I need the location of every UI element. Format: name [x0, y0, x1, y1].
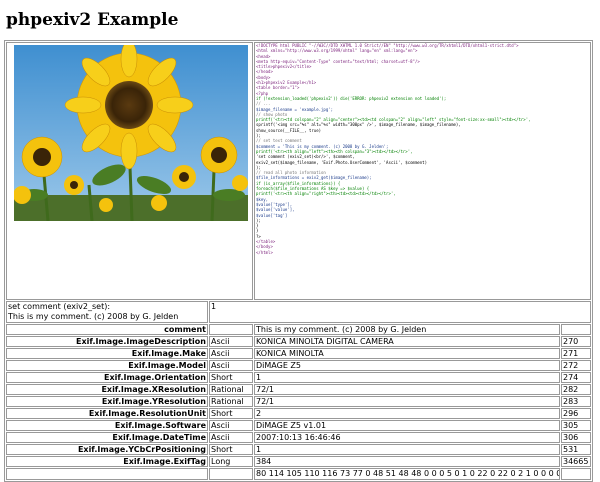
exif-value: 72/1	[254, 384, 560, 395]
sunflower-photo	[14, 45, 248, 221]
table-row: Exif.Image.YCbCrPositioning Short 1 531	[6, 444, 592, 455]
exif-type: Ascii	[209, 420, 253, 431]
set-comment-label: set comment (exiv2_set): This is my comme…	[6, 301, 208, 323]
exif-key: Exif.Image.Software	[6, 420, 208, 431]
exif-tag: 271	[561, 348, 592, 359]
exif-value: 2	[254, 408, 560, 419]
exif-type: Rational	[209, 396, 253, 407]
exif-key: Exif.Image.ImageDescription	[6, 336, 208, 347]
exif-type	[209, 468, 253, 480]
set-comment-title: set comment (exiv2_set):	[8, 302, 111, 311]
table-row: Exif.Image.DateTime Ascii 2007:10:13 16:46…	[6, 432, 592, 443]
table-row: Exif.Image.ImageDescription Ascii KONICA M…	[6, 336, 592, 347]
exif-value: 72/1	[254, 396, 560, 407]
exif-key	[6, 468, 208, 480]
exif-value: DiMAGE Z5 v1.01	[254, 420, 560, 431]
code-line: </html>	[256, 249, 273, 255]
exif-key: Exif.Image.ExifTag	[6, 456, 208, 467]
exif-tag: 283	[561, 396, 592, 407]
exif-value: 80 114 105 110 116 73 77 0 48 51 48 48 0…	[254, 468, 560, 480]
exif-key: Exif.Image.ResolutionUnit	[6, 408, 208, 419]
table-row: Exif.Image.Orientation Short 1 274	[6, 372, 592, 383]
exif-tag: 270	[561, 336, 592, 347]
exif-tag: 531	[561, 444, 592, 455]
exif-key: Exif.Image.Make	[6, 348, 208, 359]
exif-type	[209, 324, 253, 335]
exif-tag: 274	[561, 372, 592, 383]
source-code: <!DOCTYPE html PUBLIC "-//W3C//DTD XHTML…	[254, 42, 592, 300]
exif-type: Short	[209, 444, 253, 455]
exif-tag: 306	[561, 432, 592, 443]
photo-row: <!DOCTYPE html PUBLIC "-//W3C//DTD XHTML…	[6, 42, 592, 300]
exif-value: 2007:10:13 16:46:46	[254, 432, 560, 443]
set-comment-result: 1	[209, 301, 592, 323]
exif-tag	[561, 324, 592, 335]
table-row: Exif.Image.XResolution Rational 72/1 282	[6, 384, 592, 395]
exif-tag: 305	[561, 420, 592, 431]
exif-value: KONICA MINOLTA	[254, 348, 560, 359]
table-row: Exif.Image.ResolutionUnit Short 2 296	[6, 408, 592, 419]
exif-type: Short	[209, 408, 253, 419]
set-comment-text: This is my comment. (c) 2008 by G. Jelde…	[8, 312, 179, 321]
exif-key: Exif.Image.DateTime	[6, 432, 208, 443]
exif-key: Exif.Image.Model	[6, 360, 208, 371]
photo-cell	[6, 42, 253, 300]
table-row: 80 114 105 110 116 73 77 0 48 51 48 48 0…	[6, 468, 592, 480]
exif-type: Ascii	[209, 432, 253, 443]
exif-tag	[561, 468, 592, 480]
exif-type: Ascii	[209, 336, 253, 347]
exif-key: Exif.Image.YCbCrPositioning	[6, 444, 208, 455]
table-row: Exif.Image.Make Ascii KONICA MINOLTA 271	[6, 348, 592, 359]
exif-type: Rational	[209, 384, 253, 395]
exif-value: DiMAGE Z5	[254, 360, 560, 371]
table-row: Exif.Image.YResolution Rational 72/1 283	[6, 396, 592, 407]
exif-tag: 272	[561, 360, 592, 371]
exif-value: 384	[254, 456, 560, 467]
exif-type: Ascii	[209, 360, 253, 371]
exif-type: Ascii	[209, 348, 253, 359]
exif-table: <!DOCTYPE html PUBLIC "-//W3C//DTD XHTML…	[4, 40, 594, 482]
exif-value: 1	[254, 372, 560, 383]
table-row: Exif.Image.Software Ascii DiMAGE Z5 v1.01 3…	[6, 420, 592, 431]
exif-key: Exif.Image.YResolution	[6, 396, 208, 407]
exif-tag: 282	[561, 384, 592, 395]
exif-type: Long	[209, 456, 253, 467]
table-row: Exif.Image.Model Ascii DiMAGE Z5 272	[6, 360, 592, 371]
exif-value: KONICA MINOLTA DIGITAL CAMERA	[254, 336, 560, 347]
table-row: comment This is my comment. (c) 2008 by G…	[6, 324, 592, 335]
exif-tag: 296	[561, 408, 592, 419]
exif-key: comment	[6, 324, 208, 335]
exif-tag: 34665	[561, 456, 592, 467]
exif-key: Exif.Image.XResolution	[6, 384, 208, 395]
table-row: Exif.Image.ExifTag Long 384 34665	[6, 456, 592, 467]
exif-key: Exif.Image.Orientation	[6, 372, 208, 383]
page-title: phpexiv2 Example	[6, 10, 179, 30]
set-comment-row: set comment (exiv2_set): This is my comme…	[6, 301, 592, 323]
exif-value: 1	[254, 444, 560, 455]
exif-type: Short	[209, 372, 253, 383]
exif-value: This is my comment. (c) 2008 by G. Jelde…	[254, 324, 560, 335]
